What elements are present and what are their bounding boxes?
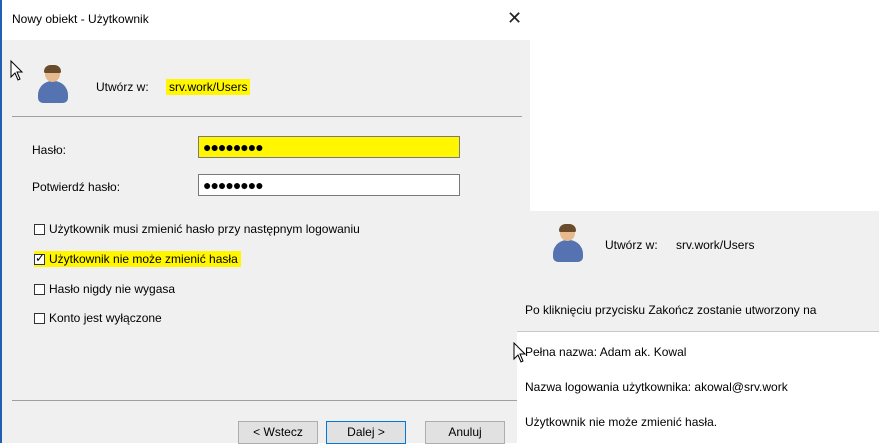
next-button[interactable]: Dalej > <box>326 421 406 444</box>
option-password-never-expires[interactable]: Hasło nigdy nie wygasa <box>34 282 175 296</box>
create-in-label: Utwórz w: <box>96 80 149 94</box>
header-separator <box>12 116 522 117</box>
option-label: Hasło nigdy nie wygasa <box>49 282 176 296</box>
confirm-password-label: Potwierdź hasło: <box>32 180 121 194</box>
summary-intro-text: Po kliknięciu przycisku Zakończ zostanie… <box>525 303 817 317</box>
summary-line: Użytkownik nie może zmienić hasła. <box>525 415 718 429</box>
summary-panel: Pełna nazwa: Adam ak. Kowal Nazwa logowa… <box>513 331 879 444</box>
footer-separator <box>12 400 522 401</box>
option-label: Konto jest wyłączone <box>49 311 162 325</box>
summary-line: Pełna nazwa: Adam ak. Kowal <box>525 345 687 359</box>
new-user-dialog: Utwórz w: srv.work/Users Hasło: ●●●●●●●●… <box>2 40 530 443</box>
checkbox-icon[interactable] <box>34 312 45 324</box>
password-field[interactable]: ●●●●●●●● <box>198 136 460 158</box>
option-account-disabled[interactable]: Konto jest wyłączone <box>34 311 162 325</box>
password-label: Hasło: <box>32 143 67 157</box>
close-icon[interactable]: ✕ <box>507 8 522 29</box>
option-label: Użytkownik musi zmienić hasło przy nastę… <box>49 222 360 236</box>
window-title: Nowy obiekt - Użytkownik <box>12 12 149 26</box>
checkbox-icon[interactable] <box>34 283 45 295</box>
summary-create-in-path: srv.work/Users <box>676 238 755 252</box>
cancel-button[interactable]: Anuluj <box>425 421 505 444</box>
confirm-password-field[interactable]: ●●●●●●●● <box>198 174 460 196</box>
summary-line: Nazwa logowania użytkownika: akowal@srv.… <box>525 380 788 394</box>
checkbox-icon[interactable] <box>34 223 45 235</box>
title-bar: Nowy obiekt - Użytkownik ✕ <box>2 0 530 40</box>
option-label: Użytkownik nie może zmienić hasła <box>49 252 238 266</box>
mouse-cursor-icon <box>10 60 24 81</box>
create-in-path: srv.work/Users <box>166 79 251 95</box>
back-button[interactable]: < Wstecz <box>238 421 318 444</box>
summary-create-in-label: Utwórz w: <box>605 238 658 252</box>
user-avatar-icon <box>38 65 68 104</box>
summary-dialog: Utwórz w: srv.work/Users Po kliknięciu p… <box>513 211 879 444</box>
user-avatar-icon <box>553 224 583 263</box>
option-cannot-change-password[interactable]: Użytkownik nie może zmienić hasła <box>34 251 241 267</box>
checkbox-icon[interactable] <box>34 251 45 265</box>
option-must-change-password[interactable]: Użytkownik musi zmienić hasło przy nastę… <box>34 222 360 236</box>
